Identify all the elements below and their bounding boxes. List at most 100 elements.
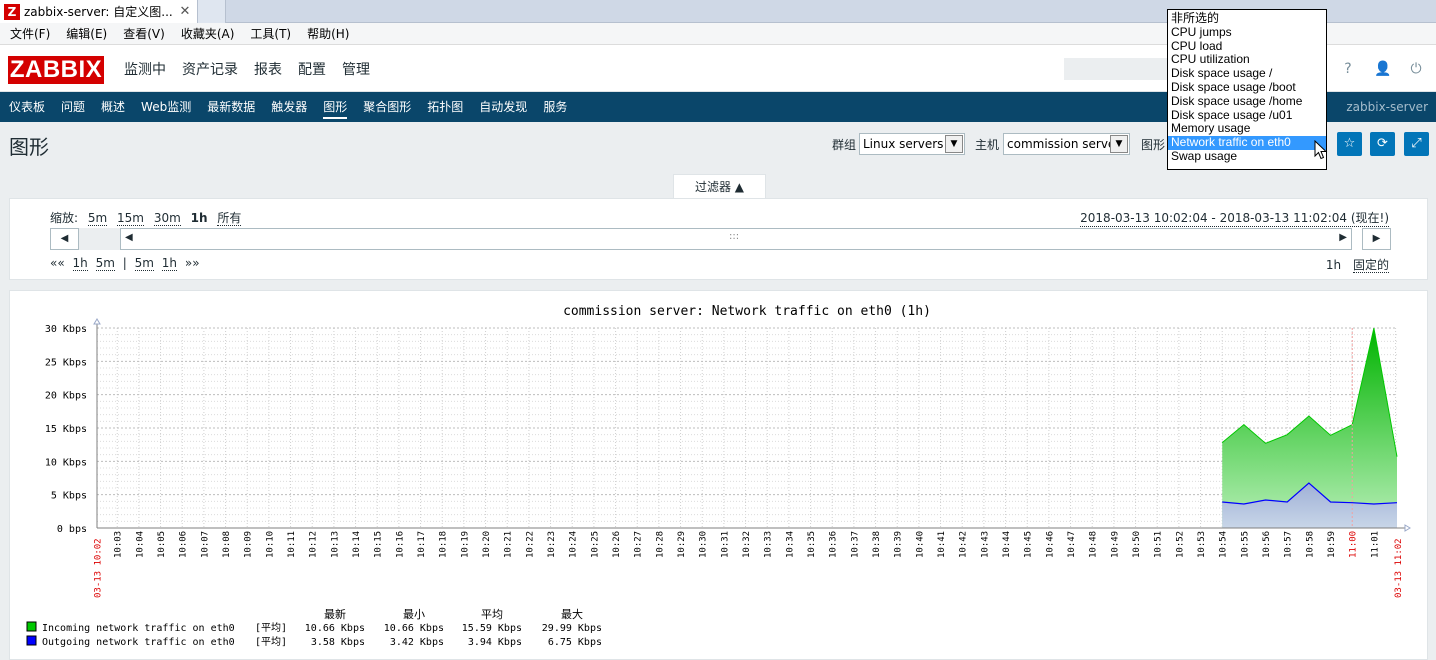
x-tick-label: 10:40 xyxy=(915,531,925,558)
fullscreen-button[interactable]: ⤢ xyxy=(1404,132,1429,156)
subnav-discovery[interactable]: 自动发现 xyxy=(479,92,527,122)
menu-view[interactable]: 查看(V) xyxy=(123,25,165,42)
arrow-left-icon: ◀ xyxy=(60,233,69,244)
menu-help[interactable]: 帮助(H) xyxy=(307,25,349,42)
x-tick-label: 10:54 xyxy=(1219,531,1229,558)
graph-option[interactable]: CPU jumps xyxy=(1168,25,1326,40)
subnav-web[interactable]: Web监测 xyxy=(141,92,191,122)
x-tick-label: 10:56 xyxy=(1262,531,1272,558)
nav-configuration[interactable]: 配置 xyxy=(298,59,326,79)
x-tick-label: 10:46 xyxy=(1045,531,1055,558)
network-traffic-graph[interactable]: commission server: Network traffic on et… xyxy=(10,291,1429,655)
subnav-services[interactable]: 服务 xyxy=(543,92,567,122)
legend-value: 10.66 Kbps xyxy=(305,623,365,634)
nav-back-far[interactable]: «« xyxy=(50,256,65,270)
x-tick-label: 10:33 xyxy=(764,531,774,558)
zabbix-logo[interactable]: ZABBIX xyxy=(8,56,104,84)
arrow-left-icon[interactable]: ◀ xyxy=(125,232,133,243)
subnav-dashboard[interactable]: 仪表板 xyxy=(9,92,45,122)
fixed-toggle[interactable]: 固定的 xyxy=(1352,258,1389,273)
graph-select-dropdown[interactable]: 非所选的 CPU jumps CPU load CPU utilization Disk… xyxy=(1167,9,1327,170)
help-icon[interactable]: ? xyxy=(1337,58,1359,80)
zoom-5m[interactable]: 5m xyxy=(87,211,108,226)
graph-option[interactable]: CPU load xyxy=(1168,39,1326,54)
x-tick-label: 10:28 xyxy=(655,531,665,558)
menu-edit[interactable]: 编辑(E) xyxy=(66,25,107,42)
graph-option[interactable]: Disk space usage /boot xyxy=(1168,80,1326,95)
x-tick-label: 10:34 xyxy=(785,531,795,558)
x-tick-label: 10:39 xyxy=(894,531,904,558)
slider-track[interactable]: ◀ ::: ▶ xyxy=(120,228,1352,250)
legend-header: 最小 xyxy=(403,608,425,621)
close-icon[interactable]: ✕ xyxy=(177,4,193,19)
graph-label: 图形 xyxy=(1141,138,1166,152)
zoom-15m[interactable]: 15m xyxy=(117,211,144,226)
subnav-overview[interactable]: 概述 xyxy=(101,92,125,122)
nav-back-5m[interactable]: 5m xyxy=(95,256,115,271)
subnav-screens[interactable]: 聚合图形 xyxy=(363,92,411,122)
subnav-latest-data[interactable]: 最新数据 xyxy=(207,92,255,122)
chart-title: commission server: Network traffic on et… xyxy=(563,304,931,319)
graph-option[interactable]: 非所选的 xyxy=(1168,11,1326,26)
graph-option[interactable]: Network traffic on eth0 xyxy=(1168,135,1326,150)
nav-back-1h[interactable]: 1h xyxy=(72,256,88,271)
nav-fwd-5m[interactable]: 5m xyxy=(134,256,154,271)
refresh-button[interactable]: ⟳ xyxy=(1370,132,1395,156)
arrow-right-icon[interactable]: ▶ xyxy=(1339,232,1347,243)
nav-reports[interactable]: 报表 xyxy=(254,59,282,79)
host-select-value: commission server xyxy=(1007,137,1121,151)
nav-fwd-far[interactable]: »» xyxy=(185,256,200,270)
nav-fwd-1h[interactable]: 1h xyxy=(161,256,178,271)
group-select[interactable]: Linux servers ▼ xyxy=(859,133,965,155)
x-tick-label: 10:38 xyxy=(872,531,882,558)
zoom-all[interactable]: 所有 xyxy=(217,211,242,226)
legend-function: [平均] xyxy=(255,622,287,634)
zoom-1h[interactable]: 1h xyxy=(191,211,208,225)
filter-tab[interactable]: 过滤器 ▲ xyxy=(673,174,766,199)
nav-monitoring[interactable]: 监测中 xyxy=(124,59,166,79)
x-tick-label: 10:18 xyxy=(439,531,449,558)
y-tick-label: 20 Kbps xyxy=(45,391,87,402)
host-select[interactable]: commission server ▼ xyxy=(1003,133,1130,155)
x-tick-label: 10:26 xyxy=(612,531,622,558)
legend-swatch xyxy=(26,635,37,646)
graph-option[interactable]: Disk space usage /home xyxy=(1168,94,1326,109)
browser-tab[interactable]: Z zabbix-server: 自定义图... ✕ xyxy=(0,0,198,23)
graph-option[interactable]: Disk space usage /u01 xyxy=(1168,108,1326,123)
subnav-problems[interactable]: 问题 xyxy=(61,92,85,122)
menu-tools[interactable]: 工具(T) xyxy=(250,25,291,42)
filter-panel: 缩放: 5m 15m 30m 1h 所有 2018-03-13 10:02:04… xyxy=(9,198,1428,280)
group-select-value: Linux servers xyxy=(863,137,944,151)
x-tick-label: 10:58 xyxy=(1305,531,1315,558)
star-icon: ☆ xyxy=(1343,136,1356,151)
graph-option[interactable]: Disk space usage / xyxy=(1168,66,1326,81)
legend-value: 3.58 Kbps xyxy=(311,637,365,648)
x-tick-label: 10:07 xyxy=(200,531,210,558)
slider-prev-button[interactable]: ◀ xyxy=(50,228,79,250)
graph-option[interactable]: CPU utilization xyxy=(1168,53,1326,67)
nav-administration[interactable]: 管理 xyxy=(342,59,370,79)
server-name: zabbix-server xyxy=(1346,100,1428,114)
chevron-down-icon: ▼ xyxy=(1110,135,1128,153)
zoom-30m[interactable]: 30m xyxy=(153,211,181,226)
power-icon[interactable]: ⏻ xyxy=(1405,58,1427,80)
x-tick-label: 10:23 xyxy=(547,531,557,558)
search-input[interactable] xyxy=(1064,58,1174,80)
legend-series-name: Incoming network traffic on eth0 xyxy=(42,623,235,634)
x-tick-label: 10:14 xyxy=(352,531,362,558)
date-range[interactable]: 2018-03-13 10:02:04 - 2018-03-13 11:02:0… xyxy=(1080,209,1389,227)
menu-file[interactable]: 文件(F) xyxy=(10,25,50,42)
x-tick-label: 10:57 xyxy=(1284,531,1294,558)
graph-option[interactable]: Swap usage xyxy=(1168,149,1326,164)
subnav-graphs[interactable]: 图形 xyxy=(323,92,348,122)
slider-next-button[interactable]: ▶ xyxy=(1362,228,1391,250)
graph-option[interactable]: Memory usage xyxy=(1168,122,1326,136)
subnav-maps[interactable]: 拓扑图 xyxy=(427,92,463,122)
favorite-button[interactable]: ☆ xyxy=(1337,132,1362,156)
subnav-triggers[interactable]: 触发器 xyxy=(271,92,307,122)
user-icon[interactable]: 👤 xyxy=(1372,58,1394,80)
drag-handle-icon[interactable]: ::: xyxy=(729,231,739,242)
menu-favorites[interactable]: 收藏夹(A) xyxy=(181,25,235,42)
nav-inventory[interactable]: 资产记录 xyxy=(182,59,238,79)
new-tab-button[interactable] xyxy=(198,0,226,23)
